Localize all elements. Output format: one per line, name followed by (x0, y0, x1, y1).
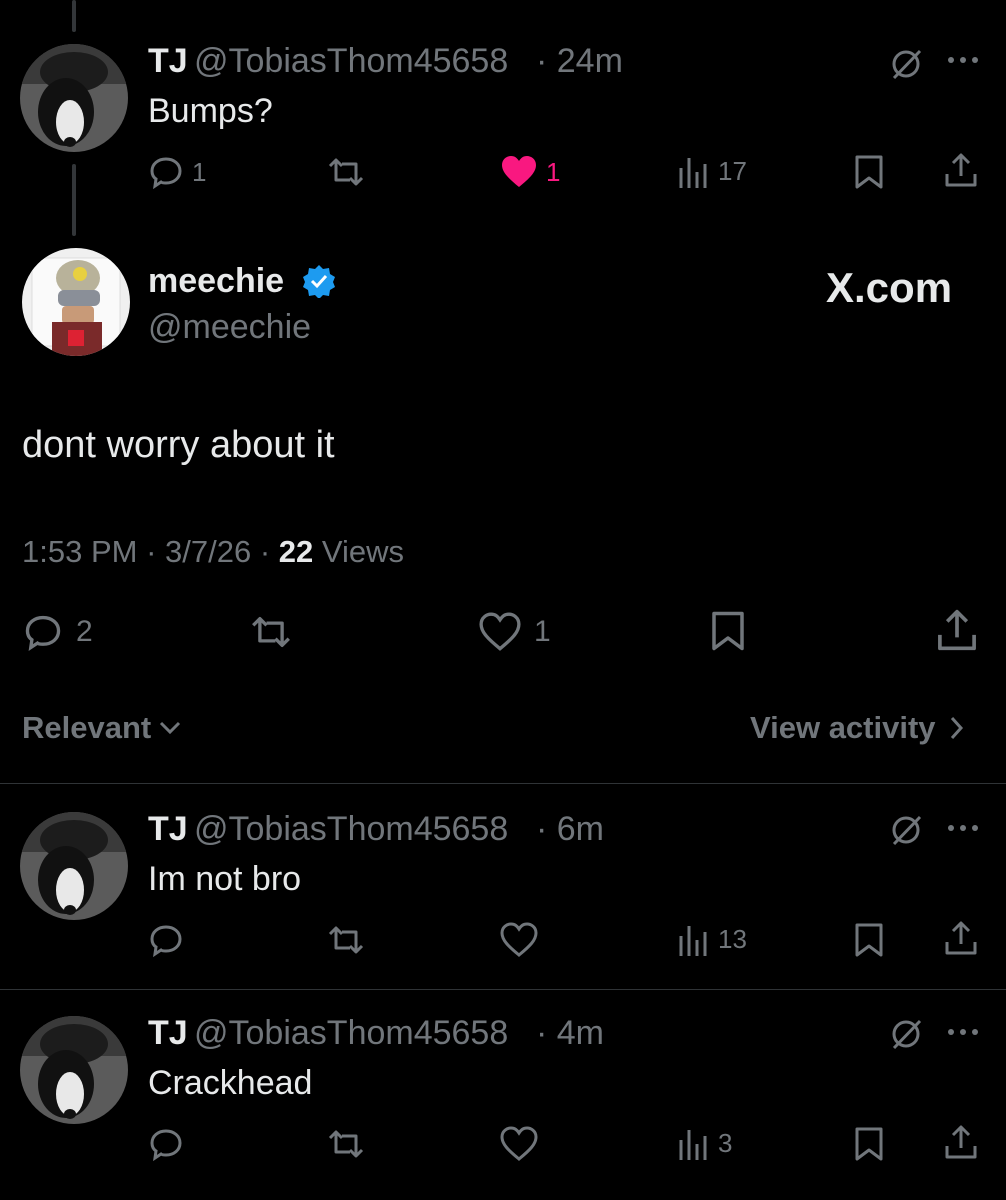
author-handle[interactable]: @meechie (148, 308, 311, 347)
bookmark-icon[interactable] (854, 922, 884, 958)
reply-button[interactable]: 1 (148, 154, 206, 190)
thread-line-connector (72, 164, 76, 236)
like-button[interactable]: 1 (500, 154, 560, 190)
share-icon[interactable] (936, 608, 978, 652)
post-time: · 24m (536, 42, 623, 80)
repost-button[interactable] (248, 612, 294, 652)
reply-button[interactable]: 2 (22, 612, 93, 652)
author-name[interactable]: meechie (148, 262, 284, 301)
views-button[interactable]: 3 (678, 1126, 732, 1160)
reply-count: 1 (192, 156, 207, 187)
reply-count: 2 (76, 615, 93, 648)
avatar-tj[interactable] (20, 812, 128, 920)
thread-line-top (72, 0, 76, 32)
post-text: dont worry about it (22, 424, 335, 466)
post-text: Bumps? (148, 92, 273, 130)
post-meta: 1:53 PM · 3/7/26 · 22 Views (22, 534, 404, 570)
heart-icon (478, 612, 522, 652)
like-count: 1 (534, 615, 551, 648)
repost-button[interactable] (326, 922, 366, 958)
view-activity-link[interactable]: View activity (750, 710, 964, 746)
heart-icon (500, 1126, 538, 1162)
repost-button[interactable] (326, 1126, 366, 1162)
views-button[interactable]: 13 (678, 922, 747, 956)
grok-icon[interactable] (888, 46, 924, 82)
views-label[interactable]: Views (322, 534, 404, 569)
verified-badge-icon[interactable] (302, 264, 336, 298)
reply-button[interactable] (148, 922, 184, 958)
repost-button[interactable] (326, 154, 366, 190)
views-button[interactable]: 17 (678, 154, 747, 188)
analytics-icon (678, 1126, 710, 1160)
bookmark-icon[interactable] (854, 1126, 884, 1162)
chevron-right-icon (950, 716, 964, 740)
reply-icon (148, 922, 184, 958)
x-com-watermark: X.com (826, 264, 953, 311)
heart-icon (500, 922, 538, 958)
repost-icon (326, 154, 366, 190)
more-icon[interactable] (946, 54, 980, 66)
post-time: · 4m (536, 1014, 604, 1052)
views-count: 17 (718, 155, 747, 186)
chevron-down-icon (159, 721, 181, 735)
reply-icon (148, 1126, 184, 1162)
like-count: 1 (546, 156, 561, 187)
post-text: Im not bro (148, 860, 302, 898)
avatar-meechie[interactable] (22, 248, 130, 356)
reply-icon (148, 154, 184, 190)
heart-filled-icon (500, 154, 538, 190)
avatar-tj[interactable] (20, 44, 128, 152)
reply-icon (22, 612, 64, 652)
post-text: Crackhead (148, 1064, 313, 1102)
author-name[interactable]: TJ (148, 810, 188, 849)
like-button[interactable] (500, 1126, 538, 1162)
more-icon[interactable] (946, 822, 980, 834)
analytics-icon (678, 922, 710, 956)
reply-button[interactable] (148, 1126, 184, 1162)
like-button[interactable] (500, 922, 538, 958)
share-icon[interactable] (944, 1124, 978, 1160)
post-time: · 6m (536, 810, 604, 848)
divider (0, 989, 1006, 990)
views-count: 13 (718, 923, 747, 954)
grok-icon[interactable] (888, 1016, 924, 1052)
bookmark-icon[interactable] (854, 154, 884, 190)
avatar-tj[interactable] (20, 1016, 128, 1124)
grok-icon[interactable] (888, 812, 924, 848)
repost-icon (326, 1126, 366, 1162)
share-icon[interactable] (944, 920, 978, 956)
like-button[interactable]: 1 (478, 612, 551, 652)
share-icon[interactable] (944, 152, 978, 188)
sort-dropdown[interactable]: Relevant (22, 710, 181, 746)
more-icon[interactable] (946, 1026, 980, 1038)
views-count: 3 (718, 1127, 733, 1158)
author-handle[interactable]: @TobiasThom45658 (194, 810, 508, 849)
author-handle[interactable]: @TobiasThom45658 (194, 1014, 508, 1053)
analytics-icon (678, 154, 710, 188)
repost-icon (248, 612, 294, 652)
bookmark-icon[interactable] (710, 610, 746, 652)
sort-label: Relevant (22, 710, 152, 745)
repost-icon (326, 922, 366, 958)
post-date: · 3/7/26 · (146, 534, 271, 569)
divider (0, 783, 1006, 784)
author-name[interactable]: TJ (148, 42, 188, 81)
views-count[interactable]: 22 (279, 534, 313, 569)
author-handle[interactable]: @TobiasThom45658 (194, 42, 508, 81)
post-time: 1:53 PM (22, 534, 138, 569)
view-activity-label: View activity (750, 710, 936, 745)
author-name[interactable]: TJ (148, 1014, 188, 1053)
